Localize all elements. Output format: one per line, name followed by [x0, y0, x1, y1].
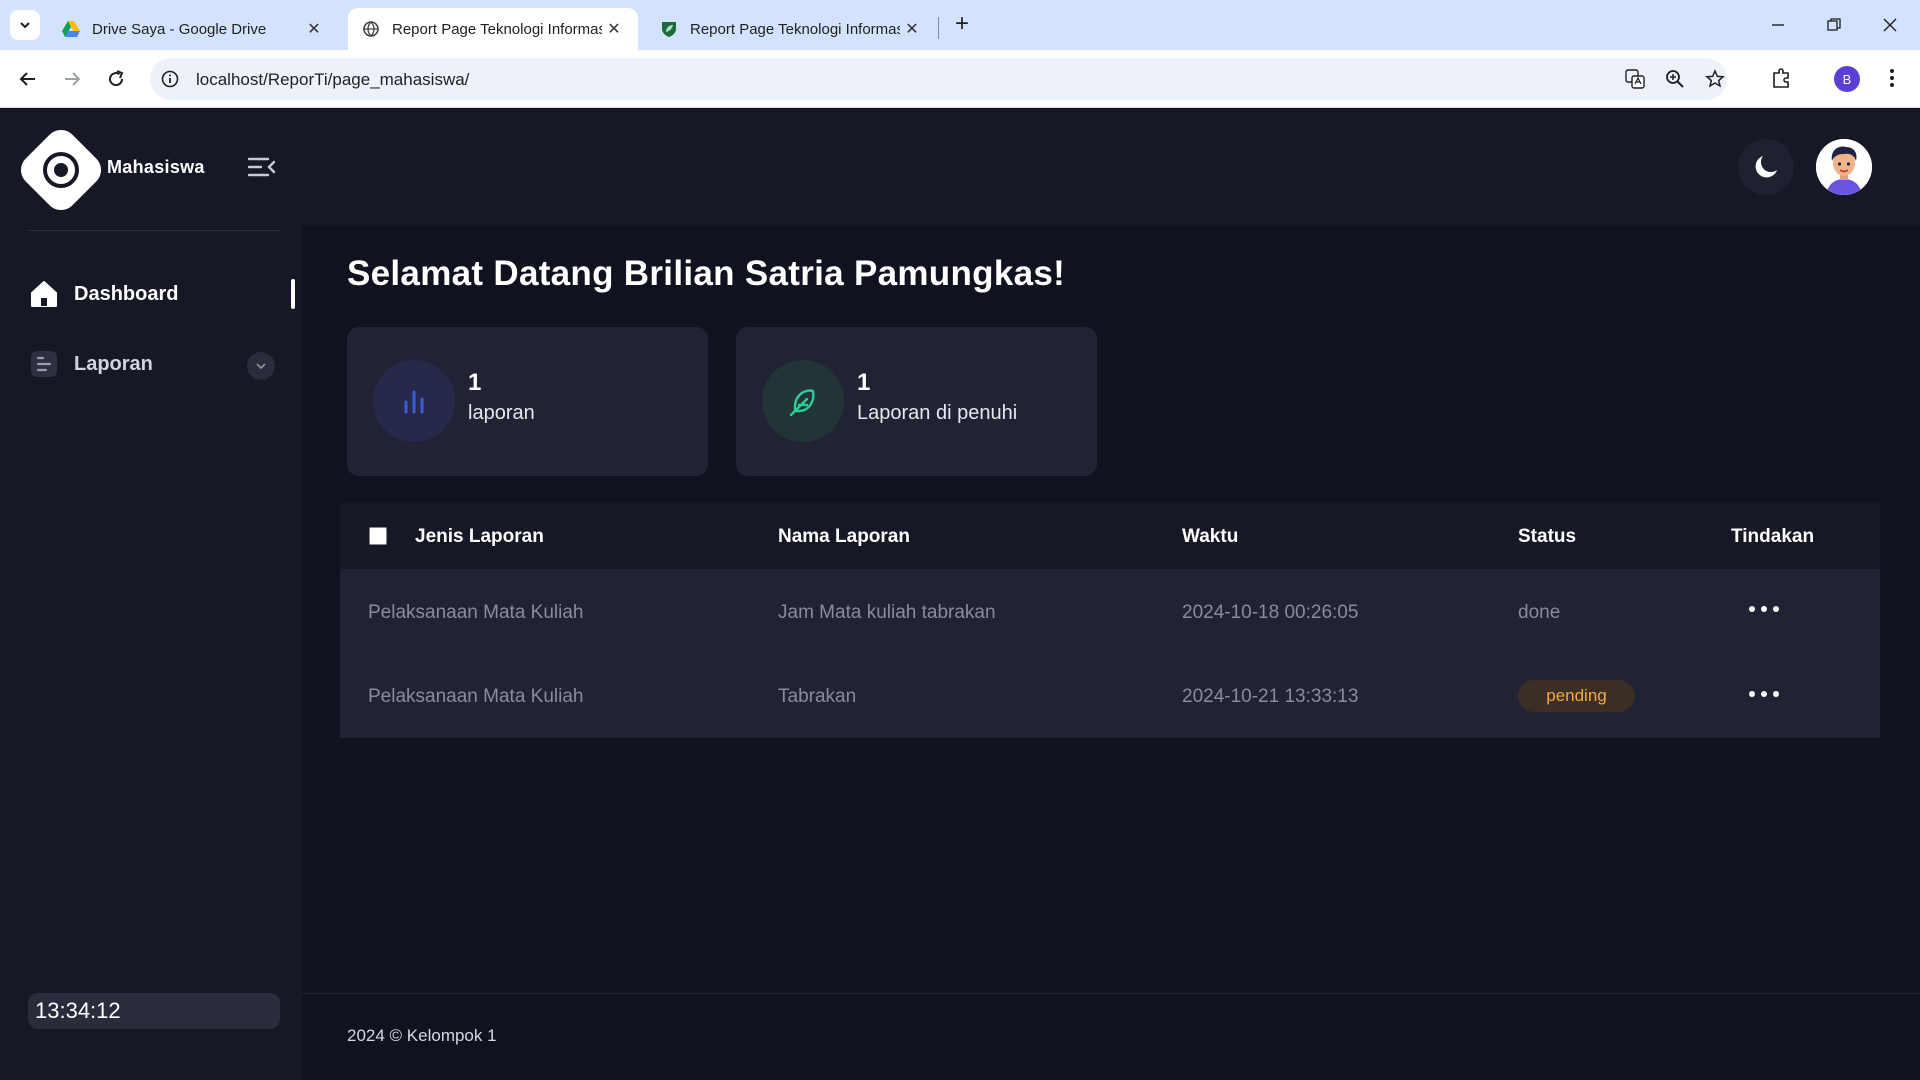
tab-report-page-active[interactable]: Report Page Teknologi Informasi ✕ — [348, 8, 638, 50]
address-bar[interactable]: localhost/ReporTi/page_mahasiswa/ — [150, 58, 1727, 100]
avatar-illustration — [1816, 139, 1872, 195]
cell-nama: Jam Mata kuliah tabrakan — [778, 602, 996, 623]
top-header — [302, 109, 1920, 225]
column-header-tindakan: Tindakan — [1731, 526, 1815, 547]
chevron-down-icon — [20, 22, 30, 29]
forward-button[interactable] — [56, 63, 88, 95]
footer-text: 2024 © Kelompok 1 — [347, 1026, 497, 1045]
browser-tab-bar: Drive Saya - Google Drive ✕ Report Page … — [0, 0, 1920, 50]
restore-button[interactable] — [1814, 10, 1854, 40]
menu-collapse-icon — [247, 157, 276, 177]
tab-separator — [938, 17, 939, 39]
url-text[interactable]: localhost/ReporTi/page_mahasiswa/ — [196, 70, 469, 90]
tab-report-page[interactable]: Report Page Teknologi Informasi ✕ — [646, 8, 936, 50]
more-menu-icon[interactable] — [1878, 64, 1906, 92]
close-tab-icon[interactable]: ✕ — [902, 19, 922, 39]
translate-icon[interactable] — [1624, 68, 1646, 90]
minimize-button[interactable] — [1758, 10, 1798, 40]
tab-title: Report Page Teknologi Informasi — [690, 20, 900, 38]
sidebar-divider — [28, 230, 280, 231]
list-icon — [28, 348, 60, 380]
tab-search-button[interactable] — [10, 10, 40, 40]
shield-leaf-icon — [660, 20, 678, 38]
footer-divider — [302, 993, 1920, 994]
column-header-status[interactable]: Status — [1518, 526, 1576, 548]
stat-label: Laporan di penuhi — [857, 402, 1018, 424]
theme-toggle-button[interactable] — [1738, 139, 1794, 195]
clock-display: 13:34:12 — [28, 993, 280, 1029]
browser-toolbar: localhost/ReporTi/page_mahasiswa/ — [0, 50, 1920, 108]
moon-icon — [1755, 156, 1777, 178]
arrow-right-icon — [65, 72, 81, 86]
tab-title: Report Page Teknologi Informasi — [392, 20, 602, 38]
table-header: Jenis Laporan Nama Laporan Waktu Status … — [340, 503, 1880, 569]
cell-status: done — [1518, 602, 1561, 623]
new-tab-button[interactable]: + — [948, 11, 976, 39]
column-header-waktu[interactable]: Waktu — [1182, 526, 1238, 548]
cell-waktu: 2024-10-18 00:26:05 — [1182, 602, 1359, 623]
cell-waktu: 2024-10-21 13:33:13 — [1182, 686, 1359, 707]
tab-title: Drive Saya - Google Drive — [92, 20, 267, 38]
sidebar-item-dashboard[interactable]: Dashboard — [28, 274, 280, 314]
page-title: Selamat Datang Brilian Satria Pamungkas! — [347, 254, 1066, 293]
cell-jenis: Pelaksanaan Mata Kuliah — [368, 686, 584, 707]
brand-name: Mahasiswa — [107, 157, 205, 177]
close-tab-icon[interactable]: ✕ — [604, 19, 624, 39]
site-info-icon[interactable] — [160, 69, 180, 89]
sidebar: Mahasiswa Dashboard Laporan 13:34:12 — [0, 109, 302, 1080]
laporan-table: Jenis Laporan Nama Laporan Waktu Status … — [340, 503, 1880, 738]
cell-nama: Tabrakan — [778, 686, 857, 707]
cell-jenis: Pelaksanaan Mata Kuliah — [368, 602, 584, 623]
row-actions-icon[interactable] — [1749, 689, 1779, 699]
sidebar-item-label: Dashboard — [74, 282, 179, 305]
home-icon — [28, 278, 60, 310]
brand-logo[interactable] — [14, 123, 108, 217]
sidebar-toggle-button[interactable] — [246, 155, 276, 179]
reload-icon — [109, 70, 124, 87]
browser-profile-avatar[interactable]: B — [1834, 66, 1860, 92]
row-actions-icon[interactable] — [1749, 604, 1779, 614]
feather-icon — [762, 360, 844, 442]
sidebar-item-laporan[interactable]: Laporan — [28, 344, 280, 384]
column-header-jenis[interactable]: Jenis Laporan — [415, 526, 544, 548]
close-window-button[interactable] — [1870, 10, 1910, 40]
stat-card-laporan: 1 laporan — [347, 327, 708, 476]
reload-button[interactable] — [100, 63, 132, 95]
back-button[interactable] — [12, 63, 44, 95]
active-indicator — [291, 279, 295, 309]
tab-google-drive[interactable]: Drive Saya - Google Drive ✕ — [48, 8, 338, 50]
column-header-nama[interactable]: Nama Laporan — [778, 526, 910, 548]
extensions-icon[interactable] — [1768, 64, 1796, 92]
google-drive-icon — [62, 20, 80, 38]
select-all-checkbox[interactable] — [369, 527, 387, 545]
sidebar-item-label: Laporan — [74, 352, 153, 375]
minimize-icon — [1772, 24, 1784, 26]
arrow-left-icon — [19, 72, 35, 86]
bar-chart-icon — [373, 360, 455, 442]
globe-icon — [362, 20, 380, 38]
stat-value: 1 — [468, 369, 482, 396]
status-badge: pending — [1518, 680, 1635, 712]
close-icon — [1883, 18, 1897, 32]
laporan-expand-button[interactable] — [247, 352, 275, 380]
stat-value: 1 — [857, 369, 871, 396]
close-tab-icon[interactable]: ✕ — [304, 19, 324, 39]
stat-label: laporan — [468, 402, 535, 424]
restore-icon — [1827, 18, 1841, 31]
stat-card-laporan-dipenuhi: 1 Laporan di penuhi — [736, 327, 1097, 476]
user-avatar[interactable] — [1816, 139, 1872, 195]
bookmark-star-icon[interactable] — [1704, 68, 1726, 90]
zoom-icon[interactable] — [1664, 68, 1686, 90]
chevron-down-icon — [256, 363, 266, 370]
